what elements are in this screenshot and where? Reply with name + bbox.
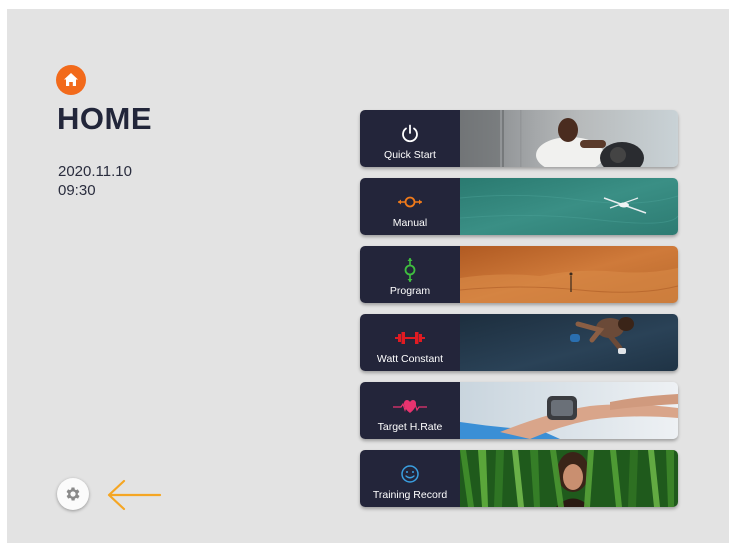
menu-item-program[interactable]: Program xyxy=(360,246,678,303)
date-text: 2020.11.10 xyxy=(58,163,132,180)
rowing-photo xyxy=(460,178,678,235)
settings-button[interactable] xyxy=(57,478,89,510)
time-text: 09:30 xyxy=(58,182,96,199)
page-title: HOME xyxy=(57,101,152,136)
menu-item-training-record[interactable]: Training Record xyxy=(360,450,678,507)
menu-item-quick-start[interactable]: Quick Start xyxy=(360,110,678,167)
menu-item-manual[interactable]: Manual xyxy=(360,178,678,235)
runner-photo xyxy=(460,314,678,371)
athlete-photo xyxy=(460,110,678,167)
home-screen: HOME 2020.11.10 09:30 Quick Start Manual… xyxy=(7,9,729,543)
menu-label: Training Record xyxy=(372,488,448,501)
program-icon xyxy=(403,257,417,283)
menu-label: Target H.Rate xyxy=(377,420,443,433)
gear-icon xyxy=(66,487,80,501)
menu-label: Quick Start xyxy=(384,148,436,161)
menu-item-target-heart-rate[interactable]: Target H.Rate xyxy=(360,382,678,439)
menu-label: Program xyxy=(389,284,431,297)
home-icon[interactable] xyxy=(56,65,86,95)
arrow-left-icon xyxy=(107,479,162,511)
smartwatch-photo xyxy=(460,382,678,439)
menu-item-watt-constant[interactable]: Watt Constant xyxy=(360,314,678,371)
woman-in-grass-photo xyxy=(460,450,678,507)
desert-photo xyxy=(460,246,678,303)
back-button[interactable] xyxy=(104,477,162,513)
training-menu: Quick Start Manual Program Watt Constant… xyxy=(360,110,678,518)
menu-label: Watt Constant xyxy=(376,352,444,365)
datetime: 2020.11.10 09:30 xyxy=(58,162,132,200)
manual-adjust-icon xyxy=(397,189,423,215)
power-icon xyxy=(399,121,421,147)
heart-rate-icon xyxy=(393,393,427,419)
menu-label: Manual xyxy=(392,216,428,229)
dumbbell-icon xyxy=(395,325,425,351)
smiley-icon xyxy=(400,461,420,487)
